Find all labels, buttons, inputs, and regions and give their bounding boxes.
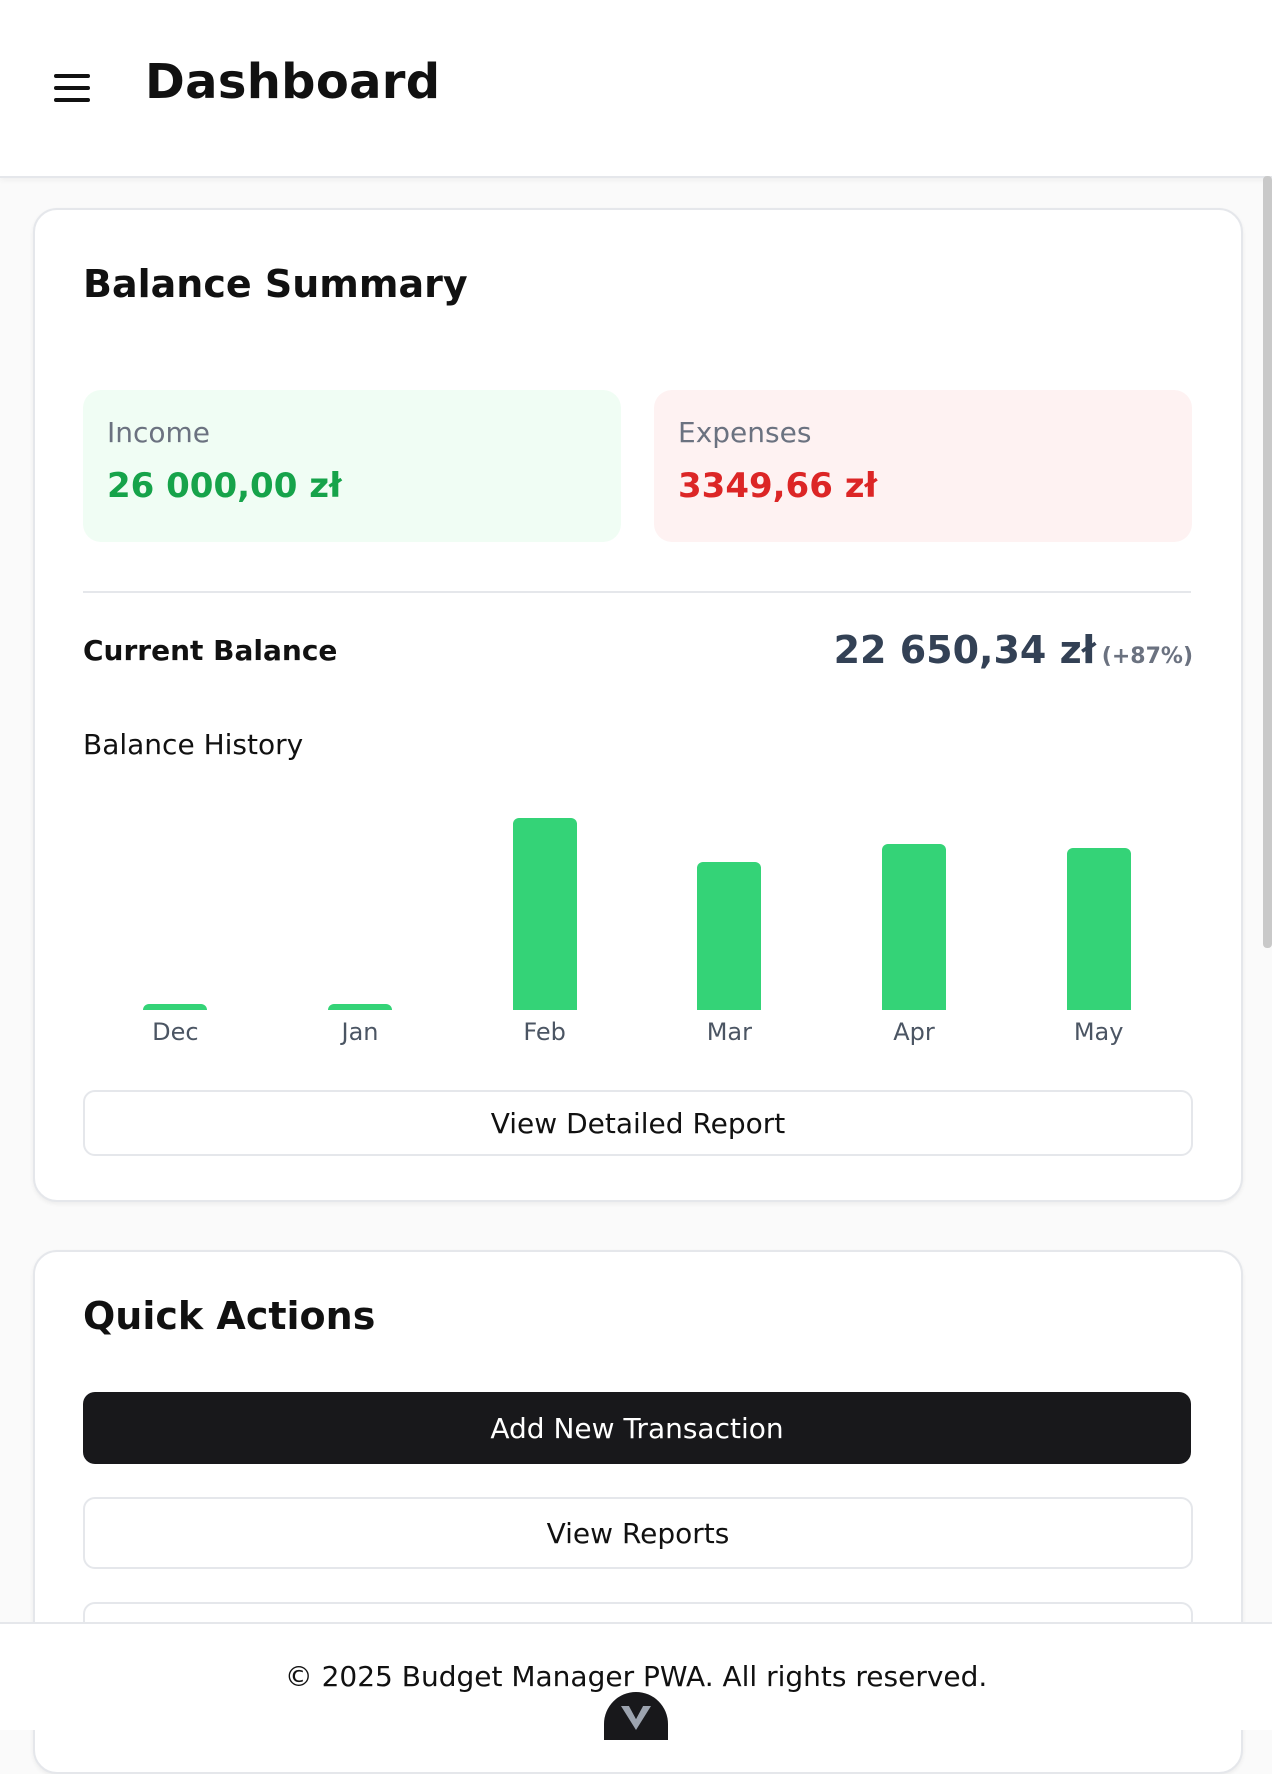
chart-bar-apr xyxy=(882,844,946,1010)
footer-copyright: © 2025 Budget Manager PWA. All rights re… xyxy=(284,1660,988,1693)
expenses-stat: Expenses 3349,66 zł xyxy=(654,390,1192,542)
chart-bar-may xyxy=(1066,848,1131,1010)
balance-summary-card: Balance Summary Income 26 000,00 zł Expe… xyxy=(33,208,1243,1202)
page-scrollbar[interactable] xyxy=(1263,176,1272,948)
hamburger-menu-icon[interactable] xyxy=(52,70,92,106)
x-axis-tick-may: May xyxy=(1073,1018,1124,1046)
menu-line xyxy=(54,86,90,90)
balance-history-chart: Dec Jan Feb Mar Apr May xyxy=(83,780,1191,1080)
x-axis-tick-dec: Dec xyxy=(152,1018,199,1046)
income-value: 26 000,00 zł xyxy=(107,466,342,506)
balance-summary-title: Balance Summary xyxy=(83,262,468,306)
current-balance-label: Current Balance xyxy=(83,634,338,667)
x-axis-tick-apr: Apr xyxy=(893,1018,935,1046)
x-axis-tick-jan: Jan xyxy=(341,1018,379,1046)
menu-line xyxy=(54,98,90,102)
menu-line xyxy=(54,74,90,78)
x-axis-tick-feb: Feb xyxy=(523,1018,566,1046)
quick-actions-title: Quick Actions xyxy=(83,1294,376,1338)
chart-bar-mar xyxy=(697,861,762,1010)
top-app-bar: Dashboard xyxy=(0,0,1272,178)
view-detailed-report-button[interactable]: View Detailed Report xyxy=(83,1090,1193,1156)
balance-history-label: Balance History xyxy=(83,728,304,761)
current-balance-change: (+87%) xyxy=(1101,644,1193,669)
chart-bar-jan xyxy=(328,1004,392,1010)
chart-bar-dec xyxy=(143,1004,208,1010)
income-stat: Income 26 000,00 zł xyxy=(83,390,621,542)
x-axis-tick-mar: Mar xyxy=(706,1018,752,1046)
section-divider xyxy=(83,591,1191,593)
current-balance-amount: 22 650,34 zł xyxy=(833,628,1096,672)
income-label: Income xyxy=(107,416,211,449)
add-new-transaction-button[interactable]: Add New Transaction xyxy=(83,1392,1191,1464)
page-title: Dashboard xyxy=(145,54,441,110)
current-balance-value: 22 650,34 zł (+87%) xyxy=(834,628,1193,672)
expenses-value: 3349,66 zł xyxy=(678,466,878,506)
chart-bar-feb xyxy=(512,818,577,1010)
view-reports-button[interactable]: View Reports xyxy=(83,1497,1193,1569)
expenses-label: Expenses xyxy=(678,416,812,449)
